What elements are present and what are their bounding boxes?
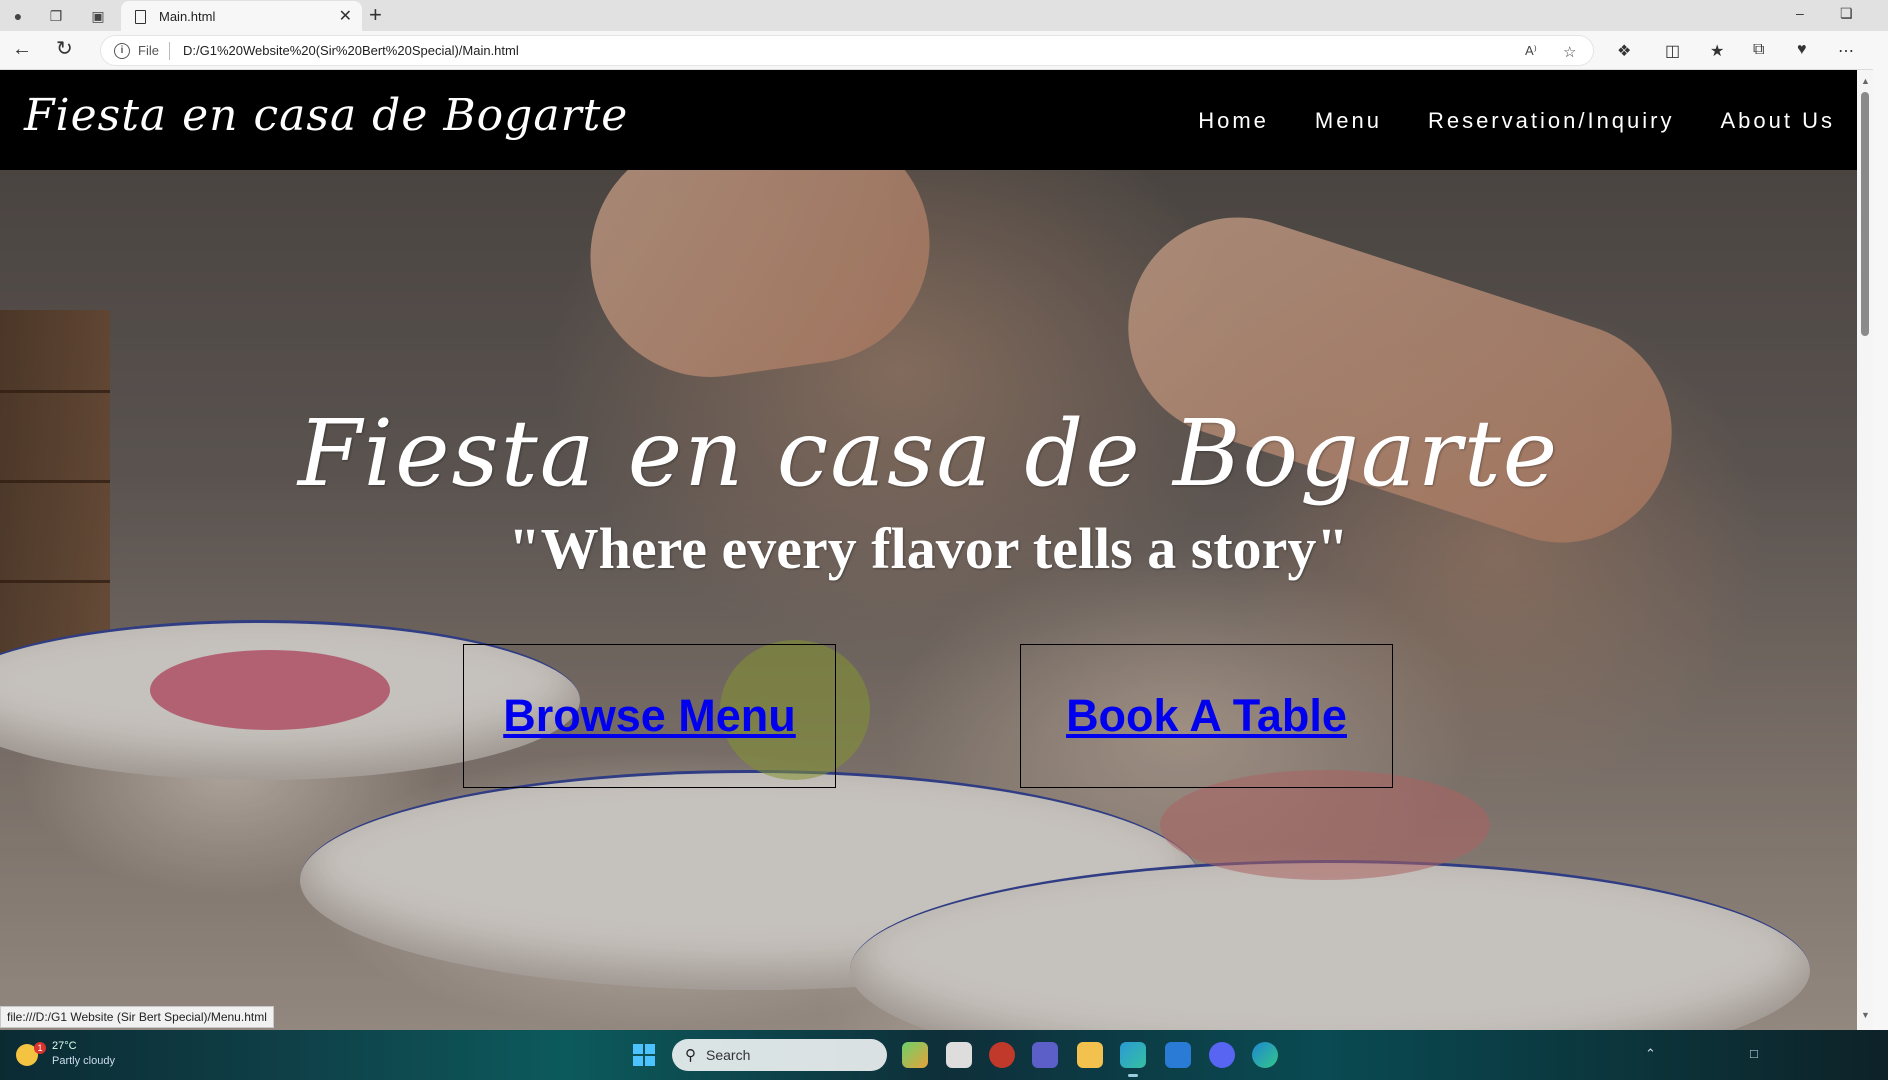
back-arrow-icon[interactable]: ← — [12, 39, 32, 59]
taskbar-search-label: Search — [706, 1047, 751, 1063]
nav-menu[interactable]: Menu — [1315, 108, 1382, 134]
edge-beta-app-icon[interactable] — [1252, 1042, 1278, 1068]
search-icon: ⚲ — [685, 1047, 696, 1064]
new-tab-button[interactable]: + — [369, 2, 382, 28]
browse-menu-link[interactable]: Browse Menu — [503, 690, 796, 742]
extensions-icon[interactable]: ❖ — [1617, 41, 1631, 61]
nav-reservation[interactable]: Reservation/Inquiry — [1428, 108, 1675, 134]
nav-about-us[interactable]: About Us — [1721, 108, 1836, 134]
status-bar-url: file:///D:/G1 Website (Sir Bert Special)… — [0, 1006, 274, 1028]
refresh-icon[interactable]: ↻ — [56, 39, 73, 59]
weather-condition: Partly cloudy — [52, 1055, 115, 1067]
opera-app-icon[interactable] — [989, 1042, 1015, 1068]
site-nav: Home Menu Reservation/Inquiry About Us — [1198, 108, 1835, 134]
hero-tagline: "Where every flavor tells a story" — [508, 516, 1349, 581]
profile-icon[interactable]: ● — [8, 6, 28, 26]
minimize-icon[interactable]: – — [1796, 5, 1804, 21]
weather-widget[interactable]: 1 27°C Partly cloudy — [12, 1038, 122, 1072]
browser-toolbar: ← ↻ i File D:/G1%20Website%20(Sir%20Bert… — [0, 31, 1888, 70]
windows-taskbar: 1 27°C Partly cloudy ⚲ Search ⌃ □ — [0, 1030, 1888, 1080]
more-options-icon[interactable]: ⋯ — [1838, 41, 1854, 61]
info-icon[interactable]: i — [114, 43, 130, 59]
hero-title: Fiesta en casa de Bogarte — [297, 400, 1560, 507]
file-explorer-icon[interactable] — [1077, 1042, 1103, 1068]
book-table-box: Book A Table — [1020, 644, 1393, 788]
address-separator — [169, 42, 170, 60]
edge-sidebar — [1873, 31, 1888, 1031]
read-aloud-icon[interactable]: A⁾ — [1525, 43, 1537, 59]
address-bar[interactable]: i File D:/G1%20Website%20(Sir%20Bert%20S… — [100, 35, 1594, 66]
hero-section: Fiesta en casa de Bogarte "Where every f… — [0, 170, 1857, 1030]
nav-home[interactable]: Home — [1198, 108, 1269, 134]
edge-app-icon[interactable] — [1120, 1042, 1146, 1077]
browse-menu-box: Browse Menu — [463, 644, 836, 788]
address-scheme: File — [138, 43, 159, 58]
discord-app-icon[interactable] — [1209, 1042, 1235, 1068]
site-header: Fiesta en casa de Bogarte Home Menu Rese… — [0, 70, 1857, 170]
vscode-app-icon[interactable] — [1165, 1042, 1191, 1068]
browser-tab-bar: ● ❐ ▣ Main.html ✕ + – ❏ — [0, 0, 1888, 32]
scroll-down-icon[interactable]: ▼ — [1861, 1010, 1870, 1020]
site-logo[interactable]: Fiesta en casa de Bogarte — [24, 90, 628, 141]
copilot-app-icon[interactable] — [902, 1042, 928, 1068]
split-screen-icon[interactable]: ◫ — [1665, 41, 1680, 61]
close-tab-icon[interactable]: ✕ — [339, 6, 352, 26]
windows-start-icon[interactable] — [633, 1044, 655, 1066]
weather-temperature: 27°C — [52, 1040, 77, 1052]
address-url[interactable]: D:/G1%20Website%20(Sir%20Bert%20Special)… — [183, 43, 519, 58]
workspaces-icon[interactable]: ❐ — [46, 6, 66, 26]
tab-actions-icon[interactable]: ▣ — [88, 6, 108, 26]
vertical-scrollbar[interactable]: ▲ ▼ — [1857, 70, 1873, 1030]
show-hidden-icons[interactable]: ⌃ — [1645, 1046, 1656, 1062]
task-view-icon[interactable] — [946, 1042, 972, 1068]
tab-main[interactable]: Main.html ✕ — [121, 1, 362, 32]
favorites-icon[interactable]: ★ — [1710, 41, 1724, 61]
teams-app-icon[interactable] — [1032, 1042, 1058, 1068]
book-table-link[interactable]: Book A Table — [1066, 690, 1347, 742]
hero-overlay — [0, 170, 1857, 1030]
browser-essentials-icon[interactable]: ♥ — [1797, 41, 1807, 59]
scroll-up-icon[interactable]: ▲ — [1861, 76, 1870, 86]
page-viewport: Fiesta en casa de Bogarte Home Menu Rese… — [0, 70, 1857, 1030]
notification-badge: 1 — [34, 1042, 46, 1054]
scrollbar-thumb[interactable] — [1861, 92, 1869, 336]
taskbar-search[interactable]: ⚲ Search — [672, 1039, 887, 1071]
restore-icon[interactable]: ❏ — [1840, 5, 1853, 22]
favorite-star-icon[interactable]: ☆ — [1563, 43, 1576, 61]
tab-title: Main.html — [159, 9, 216, 24]
notifications-icon[interactable]: □ — [1750, 1046, 1758, 1061]
collections-icon[interactable]: ⧉ — [1753, 41, 1764, 59]
document-icon — [135, 10, 146, 24]
